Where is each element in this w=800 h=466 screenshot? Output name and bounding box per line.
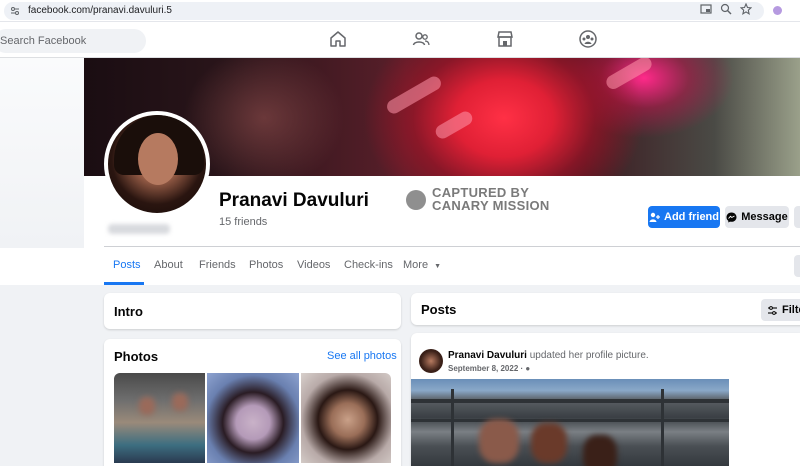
- filter-sliders-icon: [768, 305, 777, 315]
- filters-label: Filter: [782, 304, 800, 316]
- rail-shape: [451, 389, 454, 466]
- messenger-icon: [726, 212, 737, 222]
- post-date-text: September 8, 2022 ·: [448, 364, 524, 373]
- blurred-face: [479, 419, 519, 463]
- canary-logo-icon: [406, 190, 426, 210]
- tabs-menu-button[interactable]: [794, 255, 800, 277]
- photo-thumbnail[interactable]: [114, 373, 205, 463]
- tab-about[interactable]: About: [154, 259, 183, 271]
- tab-friends[interactable]: Friends: [199, 259, 236, 271]
- post-photo[interactable]: [411, 379, 729, 466]
- search-input[interactable]: Search Facebook: [0, 29, 146, 53]
- photo-thumbnail[interactable]: [301, 373, 391, 463]
- profile-avatar[interactable]: [104, 111, 210, 217]
- blurred-face: [139, 397, 155, 415]
- tab-photos[interactable]: Photos: [249, 259, 283, 271]
- screen-cast-icon[interactable]: [700, 3, 712, 15]
- groups-icon[interactable]: [579, 30, 599, 50]
- profile-name: Pranavi Davuluri: [219, 190, 369, 211]
- globe-icon: ●: [525, 364, 531, 373]
- intro-title: Intro: [114, 304, 143, 319]
- posts-header-card: Posts Filter: [411, 293, 800, 325]
- site-settings-icon[interactable]: [10, 6, 20, 16]
- cover-highlight: [384, 73, 444, 117]
- message-label: Message: [741, 211, 788, 223]
- friends-icon[interactable]: [412, 30, 432, 50]
- extension-icon[interactable]: [773, 6, 782, 15]
- rail-shape: [411, 419, 729, 422]
- avatar-face-shape: [138, 133, 178, 185]
- photos-card: Photos See all photos: [104, 339, 401, 466]
- friends-count[interactable]: 15 friends: [219, 216, 267, 228]
- post-author-avatar[interactable]: [419, 349, 443, 373]
- watermark-text: CAPTURED BY CANARY MISSION: [432, 185, 550, 213]
- blurred-face: [531, 423, 567, 463]
- rail-shape: [661, 389, 664, 466]
- post-action-text: updated her profile picture.: [529, 350, 649, 361]
- see-all-photos-link[interactable]: See all photos: [327, 350, 397, 362]
- cover-highlight: [433, 108, 475, 142]
- blurred-face: [172, 393, 188, 411]
- marketplace-icon[interactable]: [496, 30, 516, 50]
- tab-videos[interactable]: Videos: [297, 259, 330, 271]
- search-placeholder: Search Facebook: [0, 35, 87, 47]
- filters-button[interactable]: Filter: [761, 299, 800, 321]
- post-author-name[interactable]: Pranavi Davuluri: [448, 350, 527, 361]
- message-button[interactable]: Message: [725, 206, 789, 228]
- add-friend-label: Add friend: [664, 211, 719, 223]
- more-actions-button[interactable]: [794, 206, 800, 228]
- divider: [104, 246, 800, 247]
- profile-header: Pranavi Davuluri 15 friends CAPTURED BY …: [0, 58, 800, 285]
- intro-card: Intro: [104, 293, 401, 329]
- photos-title: Photos: [114, 349, 159, 364]
- tab-posts[interactable]: Posts: [113, 259, 141, 271]
- rail-shape: [411, 399, 729, 403]
- facebook-top-nav: Search Facebook: [0, 22, 800, 58]
- home-icon[interactable]: [329, 30, 349, 50]
- chevron-down-icon: ▼: [434, 263, 442, 270]
- active-tab-indicator: [104, 282, 144, 285]
- post-header: Pranavi Davuluri updated her profile pic…: [448, 350, 649, 361]
- post-card: Pranavi Davuluri updated her profile pic…: [411, 333, 800, 466]
- add-friend-button[interactable]: Add friend: [648, 206, 720, 228]
- photo-thumbnail[interactable]: [207, 373, 299, 463]
- tab-check-ins[interactable]: Check-ins: [344, 259, 393, 271]
- redacted-text: [108, 224, 170, 234]
- tab-more-label: More: [403, 259, 429, 271]
- bookmark-star-icon[interactable]: [740, 3, 752, 15]
- url-field[interactable]: facebook.com/pranavi.davuluri.5: [4, 2, 764, 20]
- zoom-icon[interactable]: [720, 3, 732, 15]
- post-date[interactable]: September 8, 2022 · ●: [448, 364, 530, 373]
- background-panel: [0, 58, 84, 248]
- blurred-face: [583, 435, 617, 466]
- add-person-icon: [649, 212, 660, 222]
- tab-more[interactable]: More ▼: [403, 259, 441, 271]
- posts-title: Posts: [421, 302, 457, 317]
- url-text: facebook.com/pranavi.davuluri.5: [28, 5, 172, 16]
- cover-highlight: [603, 58, 655, 92]
- browser-address-bar: facebook.com/pranavi.davuluri.5: [0, 0, 800, 22]
